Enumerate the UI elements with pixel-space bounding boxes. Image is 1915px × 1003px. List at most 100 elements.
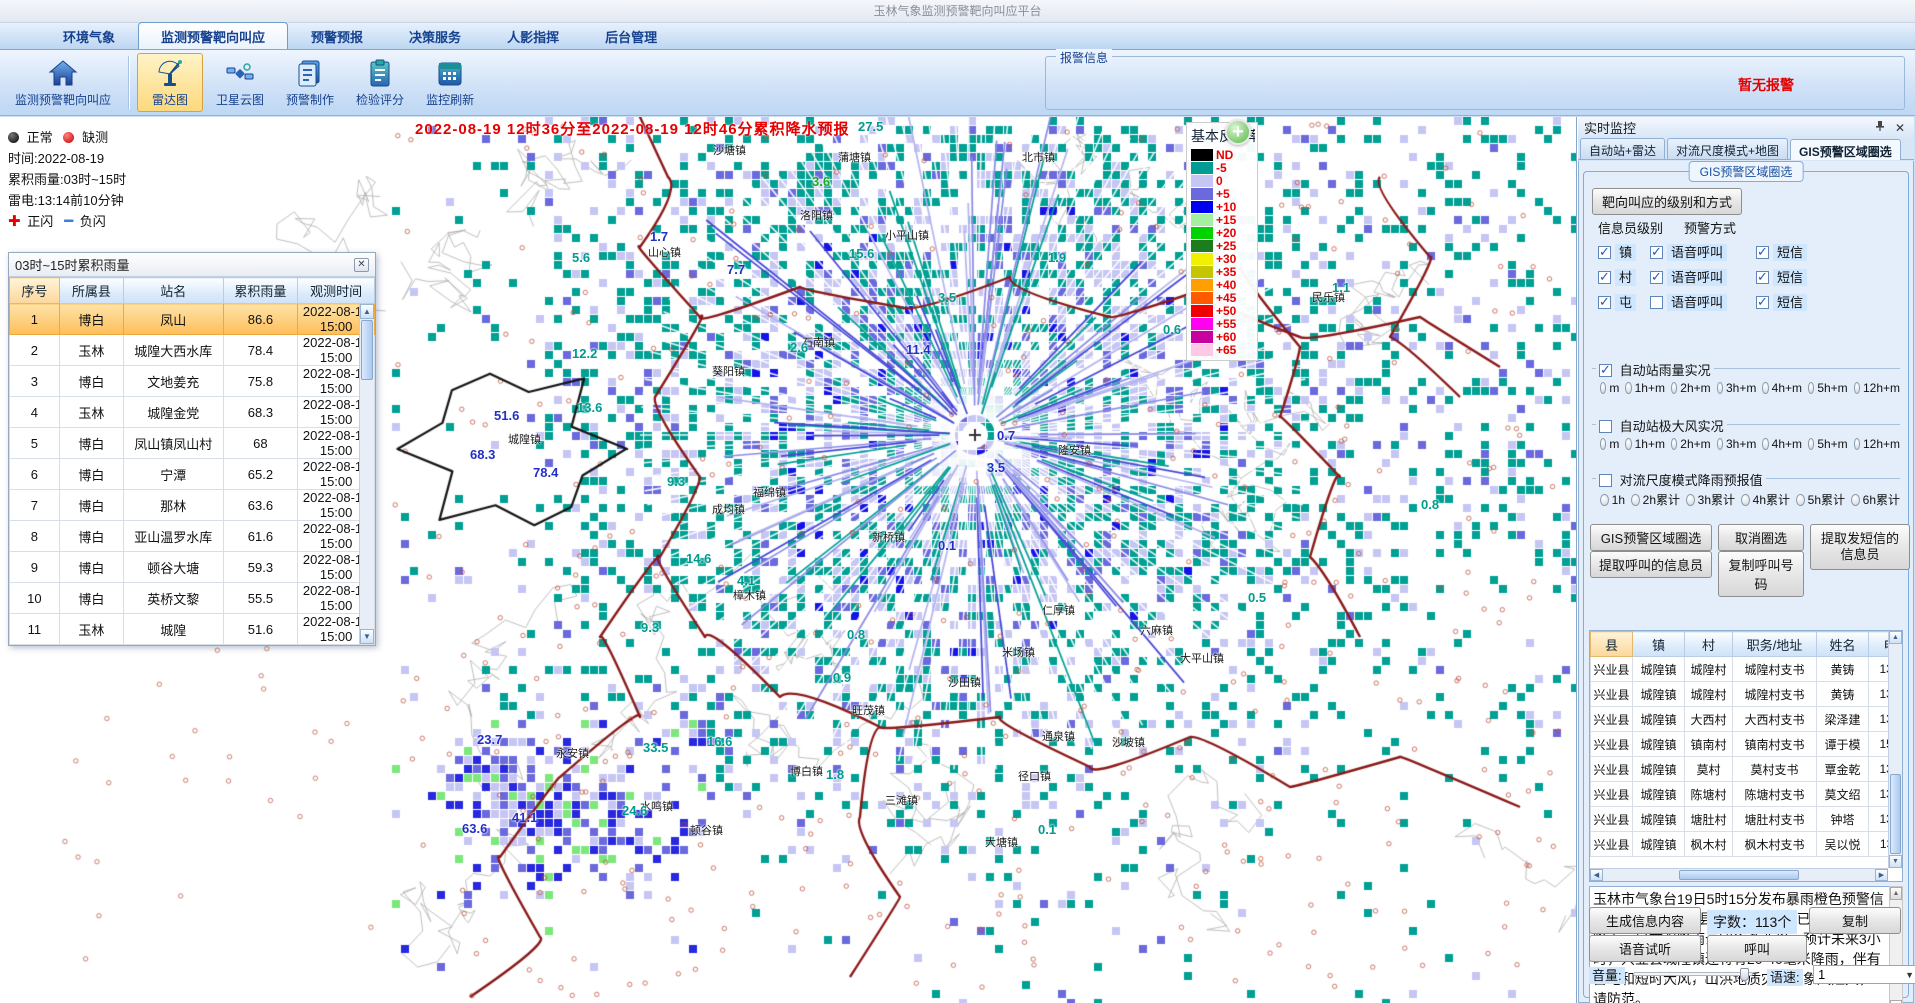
rain-table-row[interactable]: 5博白凤山镇凤山村682022-08-19 15:00 <box>10 428 375 459</box>
pin-icon[interactable] <box>1872 120 1888 135</box>
radio-12h+m[interactable] <box>1854 438 1860 450</box>
level-checkbox[interactable] <box>1598 271 1611 284</box>
level-checkbox[interactable] <box>1598 246 1611 259</box>
radio-4h累计[interactable] <box>1741 494 1750 506</box>
scroll-up-icon[interactable]: ▲ <box>360 304 374 319</box>
cancel-select-button[interactable]: 取消圈选 <box>1718 524 1804 551</box>
rain-table-row[interactable]: 4玉林城隍金党68.32022-08-19 15:00 <box>10 397 375 428</box>
rain-table-row[interactable]: 7博白那林63.62022-08-19 15:00 <box>10 490 375 521</box>
radio-6h累计[interactable] <box>1851 494 1860 506</box>
rain-col-header[interactable]: 观测时间 <box>298 278 375 304</box>
rain-table-row[interactable]: 8博白亚山温罗水库61.62022-08-19 15:00 <box>10 521 375 552</box>
radar-map-area[interactable]: 2022-08-19 12时36分至2022-08-19 12时46分累积降水预… <box>0 117 1577 1003</box>
menu-tab-6[interactable]: 后台管理 <box>582 22 680 49</box>
contact-row[interactable]: 兴业县城隍镇枫木村枫木村支书吴以悦137375511 <box>1591 832 1904 857</box>
gis-select-button[interactable]: GIS预警区域圈选 <box>1590 524 1712 551</box>
panel-tab-3[interactable]: GIS预警区域圈选 <box>1790 139 1901 160</box>
rain-col-header[interactable]: 站名 <box>124 278 224 304</box>
menu-tab-3[interactable]: 预警预报 <box>288 22 386 49</box>
radio-12h+m[interactable] <box>1854 382 1860 394</box>
radio-m[interactable] <box>1600 438 1606 450</box>
rain-table-row[interactable]: 2玉林城隍大西水库78.42022-08-19 15:00 <box>10 335 375 366</box>
contact-row[interactable]: 兴业县城隍镇城隍村城隍村支书黄铸135176975 <box>1591 682 1904 707</box>
tool-warning-doc-button[interactable]: 预警制作 <box>277 53 343 112</box>
close-icon[interactable]: ✕ <box>1892 121 1908 135</box>
contact-row[interactable]: 兴业县城隍镇莫村莫村支书覃金乾134575405 <box>1591 757 1904 782</box>
sms-checkbox[interactable] <box>1756 296 1769 309</box>
menu-tab-5[interactable]: 人影指挥 <box>484 22 582 49</box>
volume-slider-thumb[interactable] <box>1740 968 1749 981</box>
rain-table-row[interactable]: 3博白文地姜充75.82022-08-19 15:00 <box>10 366 375 397</box>
radio-5h累计[interactable] <box>1796 494 1805 506</box>
scroll-thumb[interactable] <box>1890 774 1901 854</box>
radio-3h+m[interactable] <box>1717 438 1723 450</box>
tool-clipboard-button[interactable]: 检验评分 <box>347 53 413 112</box>
generate-message-button[interactable]: 生成信息内容 <box>1589 907 1701 934</box>
radio-3h+m[interactable] <box>1717 382 1723 394</box>
call-level-button[interactable]: 靶向叫应的级别和方式 <box>1592 188 1742 215</box>
model-group-checkbox[interactable] <box>1599 474 1612 487</box>
speed-select[interactable]: 1 ▼ <box>1813 965 1915 984</box>
menu-tab-2[interactable]: 监测预警靶向叫应 <box>138 22 288 49</box>
rain-accumulation-window[interactable]: 03时~15时累积雨量 ✕ 序号所属县站名累积雨量观测时间 1博白凤山86.62… <box>8 252 376 646</box>
radio-1h[interactable] <box>1600 494 1609 506</box>
contacts-col-header[interactable]: 县 <box>1591 632 1633 657</box>
radio-4h+m[interactable] <box>1762 438 1768 450</box>
scroll-left-icon[interactable]: ◀ <box>1590 869 1603 881</box>
scroll-down-icon[interactable]: ▼ <box>1889 855 1902 868</box>
contacts-col-header[interactable]: 职务/地址 <box>1733 632 1817 657</box>
rain-table-row[interactable]: 9博白顿谷大塘59.32022-08-19 15:00 <box>10 552 375 583</box>
contacts-col-header[interactable]: 镇 <box>1633 632 1685 657</box>
radio-2h+m[interactable] <box>1671 382 1677 394</box>
scroll-right-icon[interactable]: ▶ <box>1875 869 1888 881</box>
copy-button[interactable]: 复制 <box>1809 907 1901 934</box>
contact-row[interactable]: 兴业县城隍镇塘肚村塘肚村支书钟塔137885534 <box>1591 807 1904 832</box>
rain-table-vscrollbar[interactable]: ▲ ▼ <box>359 304 374 644</box>
extract-sms-button[interactable]: 提取发短信的信息员 <box>1810 524 1910 570</box>
contacts-col-header[interactable]: 姓名 <box>1817 632 1869 657</box>
rain-col-header[interactable]: 累积雨量 <box>223 278 298 304</box>
radio-4h+m[interactable] <box>1762 382 1768 394</box>
contact-row[interactable]: 兴业县城隍镇城隍村城隍村支书黄铸135176975 <box>1591 657 1904 682</box>
rain-group-checkbox[interactable] <box>1599 364 1612 377</box>
voice-call-checkbox[interactable] <box>1650 246 1663 259</box>
contact-row[interactable]: 兴业县城隍镇大西村大西村支书梁泽建130149571 <box>1591 707 1904 732</box>
scroll-up-icon[interactable]: ▲ <box>1889 631 1902 644</box>
rain-table-row[interactable]: 11玉林城隍51.62022-08-19 15:00 <box>10 614 375 645</box>
tool-satellite-button[interactable]: 卫星云图 <box>207 53 273 112</box>
copy-numbers-button[interactable]: 复制呼叫号码 <box>1718 551 1804 597</box>
volume-slider[interactable] <box>1633 967 1753 983</box>
menu-tab-1[interactable]: 环境气象 <box>40 22 138 49</box>
voice-preview-button[interactable]: 语音试听 <box>1589 935 1701 962</box>
radio-m[interactable] <box>1600 382 1606 394</box>
radio-2h+m[interactable] <box>1671 438 1677 450</box>
tool-calendar-refresh-button[interactable]: 监控刷新 <box>417 53 483 112</box>
wind-group-checkbox[interactable] <box>1599 420 1612 433</box>
rain-table-row[interactable]: 10博白英桥文黎55.52022-08-19 15:00 <box>10 583 375 614</box>
tool-radar-button[interactable]: 雷达图 <box>137 53 203 112</box>
contacts-hscrollbar[interactable]: ◀ ▶ <box>1590 868 1888 881</box>
voice-call-checkbox[interactable] <box>1650 271 1663 284</box>
rain-col-header[interactable]: 序号 <box>10 278 60 304</box>
scroll-thumb[interactable] <box>361 320 373 380</box>
voice-call-checkbox[interactable] <box>1650 296 1663 309</box>
scroll-thumb[interactable] <box>1679 870 1799 880</box>
sms-checkbox[interactable] <box>1756 246 1769 259</box>
contacts-col-header[interactable]: 村 <box>1685 632 1733 657</box>
rain-window-titlebar[interactable]: 03时~15时累积雨量 ✕ <box>9 253 375 277</box>
extract-call-button[interactable]: 提取呼叫的信息员 <box>1590 551 1712 578</box>
scroll-down-icon[interactable]: ▼ <box>360 629 374 644</box>
radio-2h累计[interactable] <box>1631 494 1640 506</box>
call-button[interactable]: 呼叫 <box>1707 935 1807 962</box>
radio-5h+m[interactable] <box>1808 438 1814 450</box>
rain-table-row[interactable]: 1博白凤山86.62022-08-19 15:00 <box>10 304 375 335</box>
contact-row[interactable]: 兴业县城隍镇陈塘村陈塘村支书莫文绍139775796 <box>1591 782 1904 807</box>
rain-table-row[interactable]: 6博白宁潭65.22022-08-19 15:00 <box>10 459 375 490</box>
contact-row[interactable]: 兴业县城隍镇镇南村镇南村支书谭于模151775946 <box>1591 732 1904 757</box>
zoom-in-button[interactable]: + <box>1225 119 1251 145</box>
radio-5h+m[interactable] <box>1808 382 1814 394</box>
scroll-up-icon[interactable]: ▲ <box>1890 887 1902 900</box>
rain-col-header[interactable]: 所属县 <box>59 278 123 304</box>
rain-window-close-icon[interactable]: ✕ <box>354 258 369 272</box>
tool-home-button[interactable]: 监测预警靶向叫应 <box>6 53 120 112</box>
